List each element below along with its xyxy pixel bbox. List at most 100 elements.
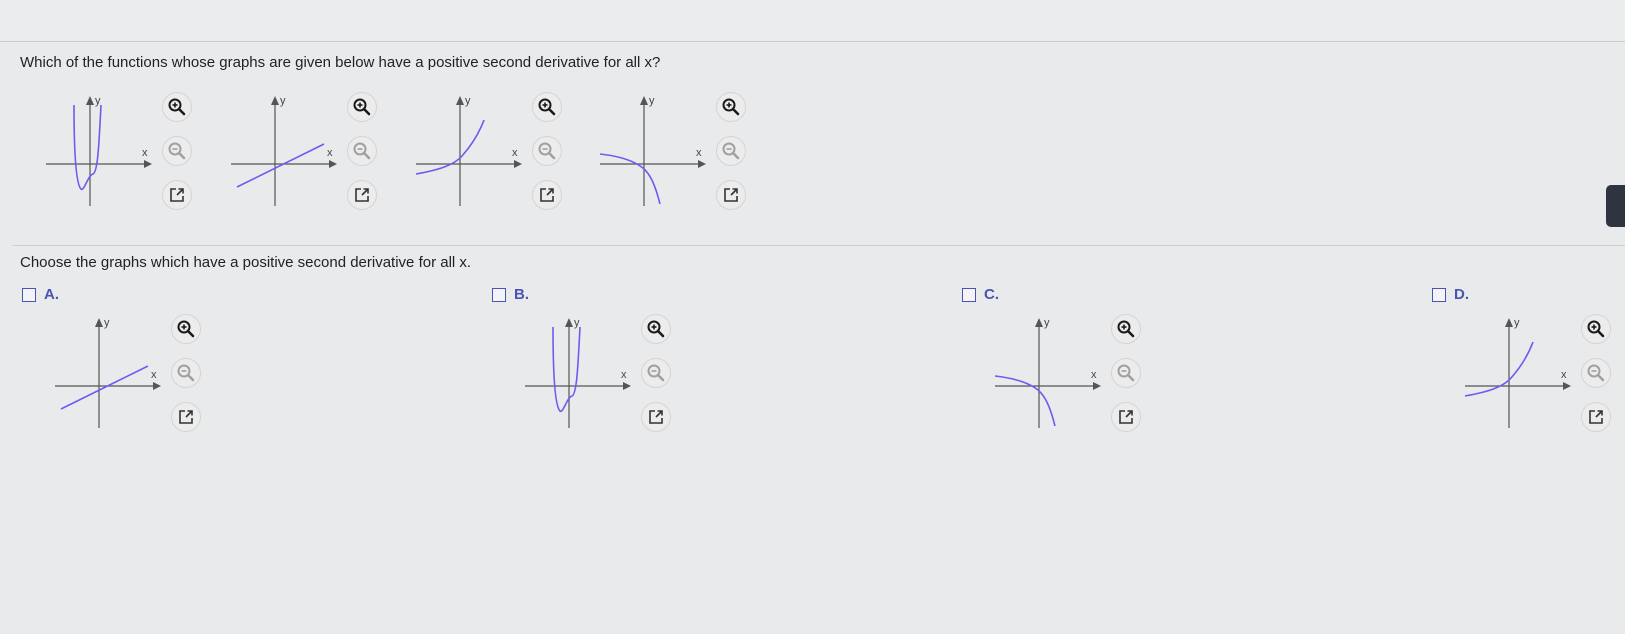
graph-thumbnail: xy (994, 317, 1101, 428)
zoom-in-button[interactable] (532, 92, 562, 122)
zoom-out-button[interactable] (1581, 358, 1611, 388)
popout-button[interactable] (347, 180, 377, 210)
y-axis-label: y (1044, 317, 1050, 329)
external-link-icon (179, 410, 193, 424)
divider (12, 245, 1625, 246)
zoom-in-button[interactable] (171, 314, 201, 344)
graph-thumbnail: xy (231, 95, 337, 206)
y-axis-arrow (565, 318, 573, 327)
zoom-in-icon (1117, 320, 1135, 338)
y-axis-label: y (1514, 317, 1520, 329)
x-axis-label: x (151, 369, 157, 381)
side-panel-tab[interactable] (1606, 185, 1625, 227)
y-axis-arrow (271, 96, 279, 105)
zoom-in-icon (647, 320, 665, 338)
choice-label: B. (514, 286, 529, 303)
choice-checkbox[interactable] (1432, 287, 1446, 302)
graph-tools (716, 92, 748, 212)
y-axis-arrow (1035, 318, 1043, 327)
x-axis-label: x (512, 147, 518, 159)
y-axis-arrow (1505, 318, 1513, 327)
popout-button[interactable] (162, 180, 192, 210)
y-axis-arrow (86, 96, 94, 105)
choice-label: A. (44, 286, 59, 303)
zoom-in-button[interactable] (716, 92, 746, 122)
zoom-in-button[interactable] (162, 92, 192, 122)
zoom-out-icon (1117, 364, 1135, 382)
zoom-in-button[interactable] (1581, 314, 1611, 344)
zoom-in-icon (538, 98, 556, 116)
y-axis-label: y (649, 95, 655, 107)
graph-tools (641, 314, 673, 434)
zoom-out-button[interactable] (641, 358, 671, 388)
choice-checkbox[interactable] (962, 287, 976, 302)
zoom-in-button[interactable] (641, 314, 671, 344)
x-axis-arrow (698, 160, 706, 168)
given-graph-2: xy (229, 92, 389, 212)
function-curve (552, 326, 581, 413)
graph-thumbnail: xy (525, 317, 631, 428)
x-axis-arrow (1563, 382, 1571, 390)
y-axis-label: y (104, 317, 110, 329)
zoom-out-icon (647, 364, 665, 382)
zoom-in-icon (177, 320, 195, 338)
function-curve (73, 104, 102, 191)
external-link-icon (1589, 410, 1603, 424)
x-axis-arrow (1093, 382, 1101, 390)
x-axis-label: x (327, 147, 333, 159)
given-graph-3: xy (414, 92, 574, 212)
choice-checkbox[interactable] (492, 287, 506, 302)
choice-graph-a: xy (53, 314, 213, 434)
graph-thumbnail: xy (415, 95, 522, 206)
popout-button[interactable] (532, 180, 562, 210)
zoom-in-icon (168, 98, 186, 116)
x-axis-arrow (144, 160, 152, 168)
choice-b[interactable]: B. (492, 286, 529, 303)
popout-button[interactable] (716, 180, 746, 210)
zoom-out-button[interactable] (171, 358, 201, 388)
external-link-icon (1119, 410, 1133, 424)
x-axis-arrow (623, 382, 631, 390)
graph-thumbnail: xy (1464, 317, 1571, 428)
function-curve (994, 375, 1056, 427)
zoom-in-icon (1587, 320, 1605, 338)
zoom-out-button[interactable] (716, 136, 746, 166)
choice-a[interactable]: A. (22, 286, 59, 303)
popout-button[interactable] (641, 402, 671, 432)
instruction-text: Choose the graphs which have a positive … (20, 254, 472, 271)
external-link-icon (724, 188, 738, 202)
choice-checkbox[interactable] (22, 287, 36, 302)
choice-label: D. (1454, 286, 1469, 303)
x-axis-label: x (1091, 369, 1097, 381)
choice-d[interactable]: D. (1432, 286, 1469, 303)
zoom-in-button[interactable] (347, 92, 377, 122)
zoom-out-icon (353, 142, 371, 160)
popout-button[interactable] (1111, 402, 1141, 432)
graph-thumbnail: xy (55, 317, 161, 428)
x-axis-label: x (142, 147, 148, 159)
graph-tools (1111, 314, 1143, 434)
popout-button[interactable] (1581, 402, 1611, 432)
function-curve (599, 153, 661, 205)
graph-tools (162, 92, 194, 212)
zoom-out-button[interactable] (162, 136, 192, 166)
external-link-icon (649, 410, 663, 424)
choice-graph-c: xy (993, 314, 1153, 434)
x-axis-arrow (329, 160, 337, 168)
graph-thumbnail: xy (46, 95, 152, 206)
y-axis-arrow (640, 96, 648, 105)
function-curve (415, 119, 485, 175)
given-graph-4: xy (598, 92, 758, 212)
zoom-out-icon (538, 142, 556, 160)
zoom-in-button[interactable] (1111, 314, 1141, 344)
zoom-out-button[interactable] (1111, 358, 1141, 388)
choice-c[interactable]: C. (962, 286, 999, 303)
zoom-out-button[interactable] (347, 136, 377, 166)
zoom-out-icon (1587, 364, 1605, 382)
graph-tools (532, 92, 564, 212)
x-axis-label: x (696, 147, 702, 159)
popout-button[interactable] (171, 402, 201, 432)
zoom-out-icon (722, 142, 740, 160)
zoom-out-icon (177, 364, 195, 382)
zoom-out-button[interactable] (532, 136, 562, 166)
